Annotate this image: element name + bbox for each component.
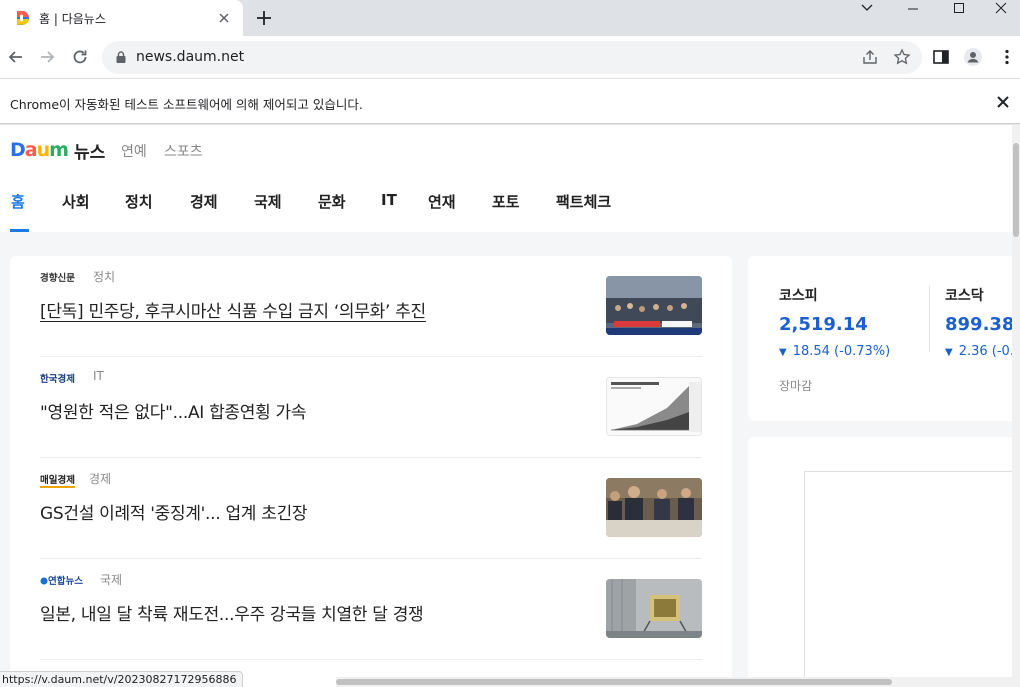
tab-economy[interactable]: 경제 (190, 191, 218, 212)
ad-slot[interactable] (804, 471, 1012, 687)
tab-photo[interactable]: 포토 (492, 191, 520, 212)
yonhap-logo-icon (40, 577, 48, 585)
list-item[interactable]: 경향신문 정치 [단독] 민주당, 후쿠시마산 식품 수입 금지 ‘의무화’ 추… (40, 256, 702, 357)
kospi-label: 코스피 (779, 288, 818, 304)
kospi-change-text: 18.54 (-0.73%) (792, 344, 891, 359)
list-item[interactable]: 연합뉴스 국제 일본, 내일 달 착륙 재도전...우주 강국들 치열한 달 경… (40, 559, 702, 660)
kospi-change: ▼ 18.54 (-0.73%) (779, 344, 890, 359)
kebab-menu-icon[interactable] (997, 47, 1017, 67)
side-panel-icon[interactable] (931, 47, 951, 67)
kospi-value: 2,519.14 (779, 314, 868, 335)
chart-photo-image (607, 378, 701, 435)
maximize-button[interactable] (936, 0, 982, 16)
close-icon (995, 2, 1007, 14)
automation-infobar: Chrome이 자동화된 테스트 소프트웨어에 의해 제어되고 있습니다. (0, 78, 1020, 124)
market-status: 장마감 (779, 379, 813, 393)
url-text[interactable]: news.daum.net (136, 49, 244, 65)
link-status-bubble: https://v.daum.net/v/20230827172956886 (0, 671, 244, 687)
maximize-icon (954, 3, 964, 13)
stock-index-card[interactable]: 코스피 2,519.14 ▼ 18.54 (-0.73%) 코스닥 899.38 … (748, 256, 1012, 421)
tab-factcheck[interactable]: 팩트체크 (556, 191, 611, 212)
site-header: Daum 뉴스 연예 스포츠 홈 사회 정치 경제 국제 문화 IT 연재 포토… (0, 125, 1012, 232)
lunar-lander-photo-image (606, 579, 702, 638)
tab-society[interactable]: 사회 (62, 191, 90, 212)
profile-avatar-icon[interactable] (963, 47, 983, 67)
down-triangle-icon: ▼ (779, 347, 787, 358)
press-logo[interactable]: 경향신문 (40, 270, 75, 284)
ad-card (748, 437, 1012, 687)
close-window-button[interactable] (982, 0, 1020, 16)
share-icon[interactable] (861, 48, 879, 66)
active-tab-indicator (10, 229, 29, 232)
article-headline[interactable]: [단독] 민주당, 후쿠시마산 식품 수입 금지 ‘의무화’ 추진 (40, 297, 426, 322)
article-headline[interactable]: "영원한 적은 없다"...AI 합종연횡 가속 (40, 398, 307, 423)
kosdaq-value: 899.38 (945, 314, 1012, 335)
meeting-photo-image (606, 478, 702, 537)
minimize-icon (908, 8, 918, 10)
tab-strip: 홈 | 다음뉴스 (0, 0, 1020, 36)
lock-icon[interactable] (114, 50, 128, 64)
scrollbar-thumb[interactable] (1013, 143, 1019, 237)
vertical-scrollbar[interactable] (1012, 125, 1020, 687)
daum-news-logo[interactable]: Daum 뉴스 (10, 139, 106, 163)
daum-favicon-icon (17, 11, 29, 25)
article-thumbnail[interactable] (606, 478, 702, 537)
article-thumbnail[interactable] (606, 276, 702, 335)
tab-title: 홈 | 다음뉴스 (39, 12, 106, 26)
press-logo[interactable]: 연합뉴스 (40, 573, 83, 587)
nav-link-sports[interactable]: 스포츠 (164, 141, 203, 161)
list-item[interactable]: 매일경제 경제 GS건설 이례적 '중징계'... 업계 초긴장 (40, 458, 702, 559)
browser-tab[interactable]: 홈 | 다음뉴스 (0, 0, 243, 36)
press-name: 연합뉴스 (48, 576, 83, 587)
article-section: 경제 (89, 472, 112, 486)
down-triangle-icon: ▼ (945, 347, 953, 358)
article-thumbnail[interactable] (606, 377, 702, 436)
kosdaq-label: 코스닥 (945, 288, 984, 304)
close-icon[interactable] (995, 94, 1011, 110)
chevron-down-icon (861, 4, 873, 11)
back-arrow-icon[interactable] (6, 47, 26, 67)
tab-search-button[interactable] (844, 0, 890, 16)
browser-toolbar: news.daum.net (0, 36, 1020, 78)
article-headline[interactable]: 일본, 내일 달 착륙 재도전...우주 강국들 치열한 달 경쟁 (40, 600, 424, 625)
press-logo[interactable]: 매일경제 (40, 472, 75, 488)
bookmark-star-icon[interactable] (893, 48, 911, 66)
forward-arrow-icon[interactable] (37, 47, 57, 67)
tab-it[interactable]: IT (381, 191, 397, 209)
tab-culture[interactable]: 문화 (318, 191, 346, 212)
news-logo-text: 뉴스 (73, 142, 106, 163)
tab-home[interactable]: 홈 (11, 191, 25, 212)
horizontal-scrollbar[interactable] (336, 677, 1012, 687)
close-tab-icon[interactable] (215, 9, 233, 27)
press-logo[interactable]: 한국경제 (40, 371, 75, 385)
tab-politics[interactable]: 정치 (125, 191, 153, 212)
article-section: 정치 (93, 270, 116, 284)
tab-series[interactable]: 연재 (428, 191, 456, 212)
headline-news-card: 경향신문 정치 [단독] 민주당, 후쿠시마산 식품 수입 금지 ‘의무화’ 추… (10, 256, 732, 687)
nav-link-entertainment[interactable]: 연예 (121, 141, 147, 161)
article-headline[interactable]: GS건설 이례적 '중징계'... 업계 초긴장 (40, 499, 308, 524)
tab-world[interactable]: 국제 (254, 191, 282, 212)
minimize-button[interactable] (890, 0, 936, 16)
automation-notice: Chrome이 자동화된 테스트 소프트웨어에 의해 제어되고 있습니다. (10, 97, 363, 112)
rally-photo-image (606, 276, 702, 335)
list-item[interactable]: 한국경제 IT "영원한 적은 없다"...AI 합종연횡 가속 (40, 357, 702, 458)
stock-divider (929, 286, 930, 352)
kosdaq-change: ▼ 2.36 (-0.26%) (945, 344, 1012, 359)
address-bar[interactable]: news.daum.net (102, 41, 922, 74)
page-viewport: Daum 뉴스 연예 스포츠 홈 사회 정치 경제 국제 문화 IT 연재 포토… (0, 125, 1012, 687)
article-section: IT (93, 369, 104, 383)
daum-logo: Daum (10, 139, 69, 161)
reload-icon[interactable] (70, 47, 90, 67)
article-thumbnail[interactable] (606, 579, 702, 638)
kosdaq-change-text: 2.36 (-0.26%) (958, 344, 1012, 359)
scrollbar-thumb[interactable] (336, 679, 892, 685)
new-tab-icon[interactable] (254, 8, 274, 28)
article-section: 국제 (100, 573, 123, 587)
